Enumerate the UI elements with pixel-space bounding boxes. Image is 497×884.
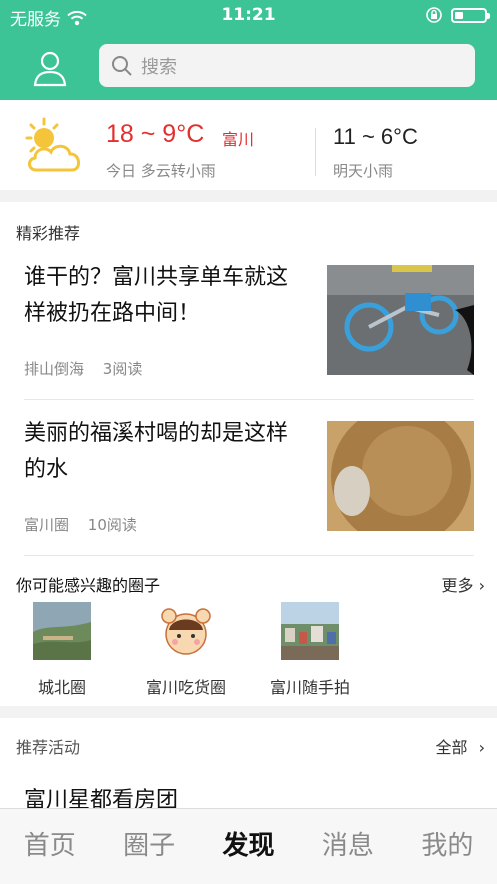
recommend-section: 精彩推荐 谁干的？富川共享单车就这样被扔在路中间！ 排山倒海 3阅读 美丽的福溪…	[0, 202, 497, 706]
user-profile-icon[interactable]	[30, 48, 70, 88]
activity-all-button[interactable]: 全部 ›	[435, 734, 485, 758]
article-item[interactable]: 美丽的福溪村喝的却是这样的水 富川圈 10阅读	[24, 416, 474, 536]
circle-avatar	[157, 602, 215, 660]
status-time: 11:21	[221, 5, 276, 25]
circles-more-button[interactable]: 更多 ›	[441, 572, 485, 596]
status-bar: 无服务 11:21	[0, 0, 497, 32]
search-icon	[112, 55, 132, 76]
status-right	[425, 6, 490, 24]
city-label: 富川	[222, 130, 255, 149]
tomorrow-description: 明天小雨	[333, 162, 394, 180]
all-label: 全部	[435, 738, 468, 757]
circles-title: 你可能感兴趣的圈子	[16, 576, 161, 595]
chevron-right-icon: ›	[478, 576, 485, 595]
tab-home[interactable]: 首页	[0, 809, 99, 884]
article-source: 富川圈	[24, 516, 70, 534]
today-temperature: 18 ~ 9°C	[106, 120, 205, 148]
article-meta: 排山倒海 3阅读	[24, 358, 142, 379]
article-divider	[24, 555, 474, 556]
today-description: 今日 多云转小雨	[106, 162, 216, 180]
tab-bar: 首页 圈子 发现 消息 我的	[0, 808, 497, 884]
article-item[interactable]: 谁干的？富川共享单车就这样被扔在路中间！ 排山倒海 3阅读	[24, 260, 474, 380]
article-source: 排山倒海	[24, 360, 85, 378]
circle-name: 富川随手拍	[269, 678, 350, 697]
circle-avatar	[281, 602, 339, 660]
circle-name: 城北圈	[37, 678, 86, 697]
article-reads: 10阅读	[87, 516, 137, 534]
weather-divider	[315, 128, 316, 176]
rotation-lock-icon	[426, 7, 442, 23]
weather-panel[interactable]: 18 ~ 9°C 富川 今日 多云转小雨 11 ~ 6°C 明天小雨	[0, 100, 497, 190]
search-input[interactable]: 搜索	[99, 44, 475, 87]
search-placeholder: 搜索	[141, 56, 177, 78]
tab-messages[interactable]: 消息	[298, 809, 397, 884]
more-label: 更多	[441, 576, 474, 595]
article-title: 美丽的福溪村喝的却是这样的水	[24, 421, 289, 482]
battery-icon	[451, 7, 490, 23]
tomorrow-temperature: 11 ~ 6°C	[333, 124, 418, 149]
article-thumbnail	[327, 265, 474, 375]
chevron-right-icon: ›	[478, 738, 485, 757]
article-divider	[24, 399, 474, 400]
article-thumbnail	[327, 421, 474, 531]
article-title: 谁干的？富川共享单车就这样被扔在路中间！	[24, 265, 289, 326]
circle-avatar	[33, 602, 91, 660]
circle-item[interactable]: 城北圈	[26, 602, 98, 698]
tab-discover[interactable]: 发现	[199, 809, 298, 884]
section-title: 精彩推荐	[16, 224, 81, 243]
circle-name: 富川吃货圈	[145, 678, 226, 697]
article-reads: 3阅读	[102, 360, 143, 378]
circle-item[interactable]: 富川随手拍	[262, 602, 358, 698]
app-header: 无服务 11:21 搜索	[0, 0, 497, 100]
partly-cloudy-icon	[25, 117, 80, 172]
circle-item[interactable]: 富川吃货圈	[136, 602, 236, 698]
tab-me[interactable]: 我的	[398, 809, 497, 884]
activity-title: 推荐活动	[16, 738, 81, 757]
tab-circles[interactable]: 圈子	[99, 809, 198, 884]
article-meta: 富川圈 10阅读	[24, 514, 137, 535]
